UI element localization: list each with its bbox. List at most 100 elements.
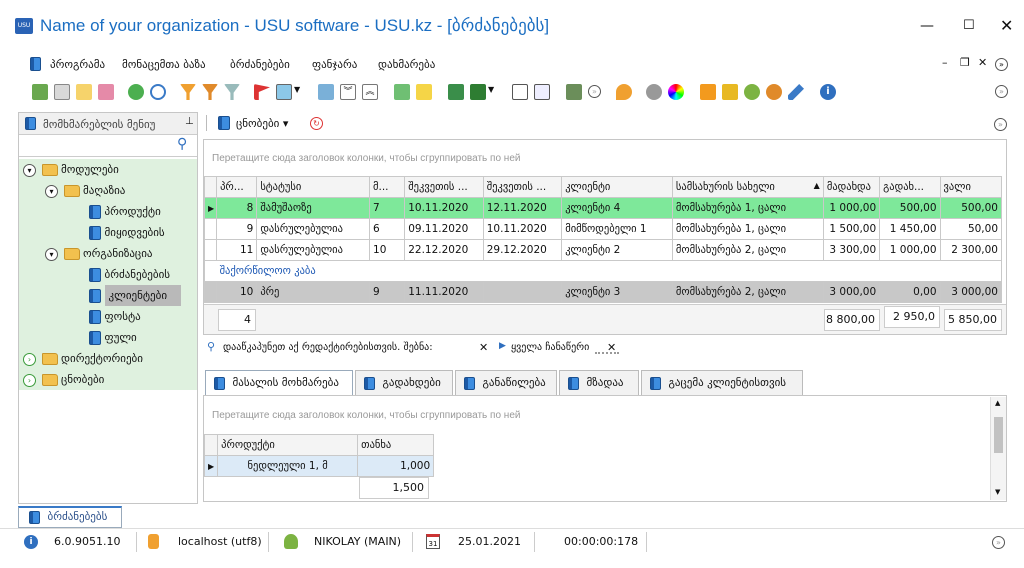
cell[interactable]: 12.11.2020 [482,197,563,219]
col-header[interactable]: პროდუქტი [217,434,359,456]
filter-edit-text[interactable]: დააწკაპუნეთ აქ რედაქტირებისთვის. შებნა: [223,342,433,353]
sidebar-item-shop[interactable]: ▾ მაღაზია [19,180,197,201]
sidebar-item-modules[interactable]: ▾ მოდულები [19,159,197,180]
table-row[interactable]: ▶ 8 შამუშაოზე 7 10.11.2020 12.11.2020 კლ… [203,197,1003,219]
collapse-modules-icon[interactable]: ▾ [23,163,36,177]
cell[interactable]: 500,00 [879,197,941,219]
reports-dropdown[interactable]: ცნობები ▾ [236,117,288,130]
sidebar-item-product[interactable]: პროდუქტი [19,201,197,222]
col-header[interactable]: შეკვეთის ... [404,176,484,198]
splitter-grip[interactable] [595,352,619,354]
people-icon[interactable] [766,84,782,100]
cell[interactable]: 8 [216,197,258,219]
cell[interactable]: 0,00 [879,281,941,303]
delete-icon[interactable] [98,84,114,100]
cell[interactable]: 09.11.2020 [404,218,484,240]
settings-icon[interactable] [646,84,662,100]
collapse-organization-icon[interactable]: ▾ [45,247,58,261]
menu-program[interactable]: პროგრამა [50,58,105,71]
cell[interactable]: დასრულებულია [256,239,371,261]
cell[interactable]: 29.12.2020 [482,239,563,261]
scroll-thumb[interactable] [994,417,1003,453]
sidebar-item-reports[interactable]: › ცნობები [19,369,197,390]
cell[interactable]: 3 000,00 [822,281,881,303]
cell[interactable]: მომსახურება 2, ცალი [671,239,824,261]
table-row[interactable]: ▶ ნედლეული 1, მ 1,000 [203,455,435,477]
filter-clear-icon[interactable] [202,84,218,100]
export-icon[interactable] [448,84,464,100]
expand-directories-icon[interactable]: › [23,352,36,366]
cell[interactable]: 11.11.2020 [404,281,484,303]
pen-icon[interactable] [788,84,804,100]
refresh-report-icon[interactable]: ↻ [310,117,323,130]
col-header[interactable]: სტატუსი [256,176,371,198]
menu-database[interactable]: მონაცემთა ბაზა [122,58,206,71]
add-row-icon[interactable] [394,84,410,100]
toolbar-options-icon[interactable]: » [995,85,1008,98]
map-pin-icon[interactable] [616,84,632,100]
exit-icon[interactable] [566,84,582,100]
pin-icon[interactable]: ⊥ [185,116,194,127]
tab-payments[interactable]: გადახდები [355,370,453,395]
group-label[interactable]: შაქორწილოო კაბა [216,260,1002,282]
table-row[interactable]: 9 დასრულებულია 6 09.11.2020 10.11.2020 მ… [203,218,1003,240]
mdi-options-icon[interactable]: » [995,58,1008,71]
cell[interactable]: პრე [256,281,371,303]
sidebar-item-organization[interactable]: ▾ ორგანიზაცია [19,243,197,264]
cell[interactable]: 10 [216,281,258,303]
col-header[interactable]: კლიენტი [561,176,673,198]
menu-window[interactable]: ფანჯარა [312,58,357,71]
cell[interactable]: კლიენტი 3 [561,281,673,303]
cell[interactable]: 1 000,00 [822,197,881,219]
col-header[interactable]: თანხა [357,434,435,456]
cell[interactable]: 11 [216,239,258,261]
cell[interactable]: 10 [369,239,406,261]
cell[interactable] [482,281,563,303]
col-header[interactable]: პრ... [216,176,258,198]
cell[interactable]: 10.11.2020 [482,218,563,240]
sidebar-item-orders[interactable]: ბრძანებების [19,264,197,285]
cell[interactable]: 1 450,00 [879,218,941,240]
expand-reports-icon[interactable]: › [23,373,36,387]
cell[interactable]: ნედლეული 1, მ [217,455,359,477]
cell[interactable]: მიმწოდებელი 1 [561,218,673,240]
cell[interactable]: მომსახურება 1, ცალი [671,218,824,240]
sync-icon[interactable] [128,84,144,100]
scroll-down-icon[interactable]: ▼ [995,488,1000,496]
cell[interactable]: 3 300,00 [822,239,881,261]
menu-orders[interactable]: ბრძანებები [230,58,290,71]
maximize-button[interactable]: ☐ [963,18,975,33]
group-panel[interactable]: Перетащите сюда заголовок колонки, чтобы… [212,153,520,164]
cell[interactable]: მომსახურება 1, ცალი [671,197,824,219]
group-row[interactable]: შაქორწილოო კაბა [203,260,1002,282]
sidebar-item-money[interactable]: ფული [19,327,197,348]
search-icon[interactable] [150,84,166,100]
col-header[interactable]: გადახ... [879,176,941,198]
cell[interactable]: 6 [369,218,406,240]
tab-ready[interactable]: მზადაა [559,370,639,395]
col-header[interactable]: მადახდა [822,176,881,198]
filter-clear-icon[interactable]: ✕ [479,341,488,354]
rss-icon[interactable] [700,84,716,100]
cell[interactable]: 1 000,00 [879,239,941,261]
cell[interactable]: დასრულებულია [256,218,371,240]
scroll-up-icon[interactable]: ▲ [995,399,1000,407]
new-window-icon[interactable] [512,84,528,100]
refresh-icon[interactable] [32,84,48,100]
sidebar-item-directories[interactable]: › დირექტორიები [19,348,197,369]
collapse-shop-icon[interactable]: ▾ [45,184,58,198]
flag-icon[interactable] [254,84,270,100]
copy-icon[interactable] [54,84,70,100]
cell[interactable]: შამუშაოზე [256,197,371,219]
col-header-sorted[interactable]: სამსახურის სახელი ▲ [671,176,824,198]
tab-distribution[interactable]: განაწილება [455,370,557,395]
cell[interactable]: 10.11.2020 [404,197,484,219]
cell[interactable]: 3 000,00 [939,281,1003,303]
col-header[interactable]: მ... [369,176,406,198]
subtoolbar-options-icon[interactable]: » [994,118,1007,131]
all-records-label[interactable]: ყველა ჩანაწერი [511,342,589,353]
edit-icon[interactable] [76,84,92,100]
minimize-button[interactable]: — [920,18,934,34]
cell[interactable]: 1,000 [357,455,435,477]
col-header[interactable]: შეკვეთის ... [482,176,563,198]
